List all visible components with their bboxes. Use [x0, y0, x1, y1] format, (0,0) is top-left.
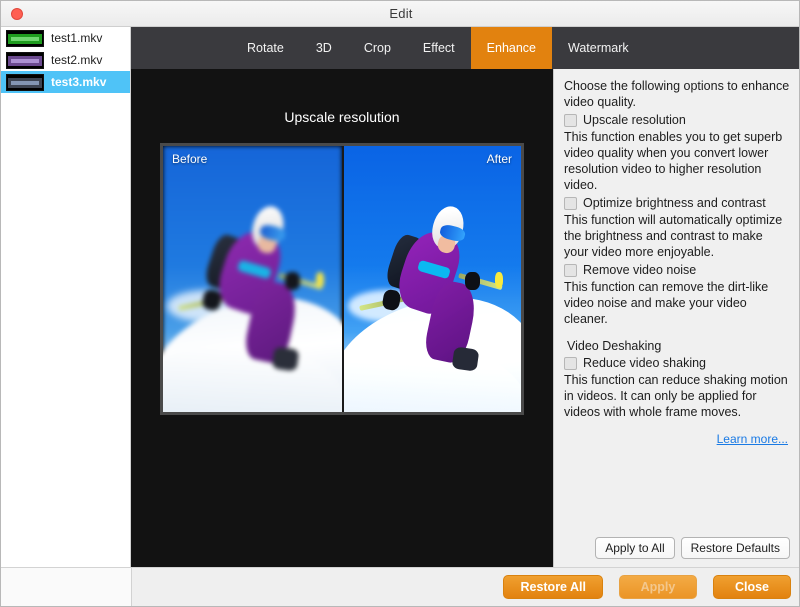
- panel-intro-text: Choose the following options to enhance …: [564, 79, 790, 109]
- option-description: This function can reduce shaking motion …: [564, 373, 788, 419]
- tab-enhance[interactable]: Enhance: [470, 27, 553, 69]
- tab-crop[interactable]: Crop: [348, 27, 407, 69]
- footer-sidebar-fill: [1, 568, 132, 606]
- tab-rotate[interactable]: Rotate: [231, 27, 300, 69]
- option-label: Remove video noise: [583, 263, 697, 277]
- learn-more-row: Learn more...: [564, 430, 790, 448]
- before-after-comparison: Before After: [160, 143, 524, 415]
- checkbox-optimize-brightness-contrast[interactable]: [564, 197, 577, 210]
- video-thumbnail-icon: [6, 51, 44, 69]
- enhance-options-panel: Choose the following options to enhance …: [553, 69, 799, 569]
- checkbox-upscale-resolution[interactable]: [564, 114, 577, 127]
- before-half: Before: [163, 146, 342, 412]
- apply-button[interactable]: Apply: [619, 575, 697, 599]
- file-name-label: test2.mkv: [51, 53, 103, 67]
- tab-label: Enhance: [486, 41, 537, 55]
- option-optimize-brightness-contrast[interactable]: Optimize brightness and contrast: [564, 195, 790, 211]
- footer-bar: Restore All Apply Close: [1, 567, 799, 606]
- list-item[interactable]: test2.mkv: [1, 49, 130, 71]
- option-description: This function can remove the dirt-like v…: [564, 280, 769, 326]
- list-item-selected[interactable]: test3.mkv: [1, 71, 130, 93]
- option-upscale-resolution[interactable]: Upscale resolution: [564, 112, 790, 128]
- option-remove-video-noise[interactable]: Remove video noise: [564, 262, 790, 278]
- file-name-label: test1.mkv: [51, 31, 103, 45]
- after-half: After: [342, 146, 521, 412]
- tab-bar: Rotate 3D Crop Effect Enhance Watermark: [131, 27, 799, 69]
- tab-bar-spacer: [131, 27, 231, 69]
- tab-3d[interactable]: 3D: [300, 27, 348, 69]
- window-title: Edit: [389, 6, 413, 21]
- before-image: [163, 146, 342, 412]
- video-thumbnail-icon: [6, 73, 44, 91]
- tab-label: Crop: [363, 41, 391, 55]
- title-bar: Edit: [1, 1, 799, 27]
- footer-button-row: Restore All Apply Close: [503, 575, 791, 599]
- after-image: [344, 146, 521, 412]
- tab-label: 3D: [315, 41, 332, 55]
- option-label: Upscale resolution: [583, 113, 686, 127]
- list-item[interactable]: test1.mkv: [1, 27, 130, 49]
- option-label: Reduce video shaking: [583, 356, 706, 370]
- tab-label: Watermark: [568, 41, 629, 55]
- apply-to-all-button[interactable]: Apply to All: [595, 537, 675, 559]
- tab-label: Rotate: [247, 41, 284, 55]
- tab-label: Effect: [422, 41, 455, 55]
- checkbox-remove-video-noise[interactable]: [564, 264, 577, 277]
- video-thumbnail-icon: [6, 29, 44, 47]
- option-reduce-video-shaking[interactable]: Reduce video shaking: [564, 355, 790, 371]
- file-name-label: test3.mkv: [51, 75, 107, 89]
- before-label: Before: [172, 152, 208, 166]
- option-description: This function enables you to get superb …: [564, 130, 783, 192]
- tab-watermark[interactable]: Watermark: [552, 27, 645, 69]
- tab-effect[interactable]: Effect: [407, 27, 471, 69]
- checkbox-reduce-video-shaking[interactable]: [564, 357, 577, 370]
- panel-button-row: Apply to All Restore Defaults: [554, 537, 790, 559]
- option-description: This function will automatically optimiz…: [564, 213, 783, 259]
- edit-window: Edit test1.mkv test2.mkv test3.mkv Rotat…: [0, 0, 800, 607]
- close-button[interactable]: Close: [713, 575, 791, 599]
- section-heading-video-deshaking: Video Deshaking: [567, 339, 662, 353]
- restore-defaults-button[interactable]: Restore Defaults: [680, 537, 790, 559]
- option-label: Optimize brightness and contrast: [583, 196, 766, 210]
- file-list-sidebar: test1.mkv test2.mkv test3.mkv: [1, 27, 131, 606]
- learn-more-link[interactable]: Learn more...: [717, 432, 788, 446]
- preview-area: Upscale resolution Before After: [131, 69, 553, 569]
- preview-title: Upscale resolution: [284, 109, 400, 125]
- restore-all-button[interactable]: Restore All: [503, 575, 603, 599]
- after-label: After: [486, 152, 512, 166]
